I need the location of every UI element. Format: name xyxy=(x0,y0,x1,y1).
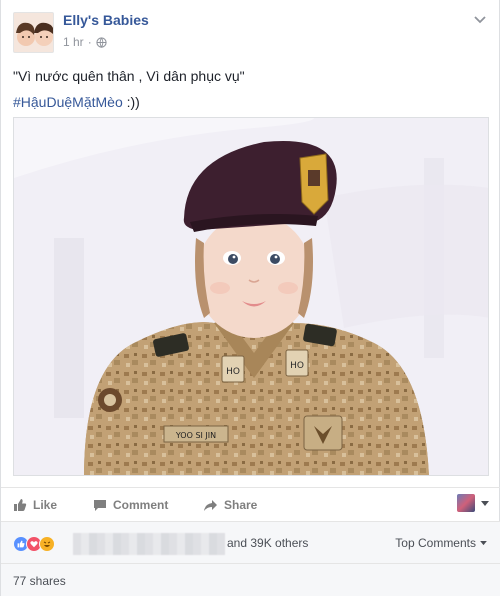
post-hashtag-line: #HậuDuệMặtMèo :)) xyxy=(13,94,140,110)
caret-down-icon xyxy=(480,540,487,545)
redacted-names xyxy=(73,533,225,555)
shares-row: 77 shares xyxy=(1,563,500,596)
comment-label: Comment xyxy=(113,498,169,512)
top-comments-dropdown[interactable]: Top Comments xyxy=(395,536,487,550)
top-comments-label: Top Comments xyxy=(395,536,476,550)
haha-reaction-icon xyxy=(39,536,55,552)
chevron-down-icon[interactable] xyxy=(473,14,487,24)
post-text-line: "Vì nước quên thân , Vì dân phục vụ" xyxy=(13,68,245,84)
comment-button[interactable]: Comment xyxy=(93,496,168,514)
collar-left-text: HO xyxy=(226,367,240,377)
share-button[interactable]: Share xyxy=(203,496,257,514)
reactions-others[interactable]: and 39K others xyxy=(227,536,308,550)
caret-down-icon[interactable] xyxy=(481,501,489,507)
post-meta: 1 hr · xyxy=(63,34,107,50)
comment-icon xyxy=(94,499,106,511)
post-card: Elly's Babies 1 hr · "Vì nước quên thân … xyxy=(0,0,500,596)
like-button[interactable]: Like xyxy=(13,496,57,514)
page-avatar-image xyxy=(14,13,53,52)
share-as-avatar[interactable] xyxy=(457,494,475,512)
shares-count[interactable]: 77 shares xyxy=(13,574,66,588)
reactions-summary: and 39K others Top Comments xyxy=(1,521,500,563)
post-timestamp[interactable]: 1 hr xyxy=(63,35,84,49)
page-name-link[interactable]: Elly's Babies xyxy=(63,12,149,28)
name-tape-text: YOO SI JIN xyxy=(175,431,216,440)
child-soldier-illustration: HO HO YOO SI JIN xyxy=(14,118,488,475)
hashtag-suffix: :)) xyxy=(122,94,140,110)
thumbs-up-icon xyxy=(14,499,27,511)
hashtag-link[interactable]: #HậuDuệMặtMèo xyxy=(13,94,123,110)
share-label: Share xyxy=(224,498,258,512)
share-arrow-icon xyxy=(204,499,217,511)
action-bar: Like Comment Share xyxy=(1,487,500,521)
reaction-icons[interactable] xyxy=(13,536,55,552)
globe-icon xyxy=(96,36,107,48)
post-photo[interactable]: HO HO YOO SI JIN xyxy=(13,117,489,476)
collar-right-text: HO xyxy=(290,361,304,371)
page-avatar[interactable] xyxy=(13,12,54,53)
meta-separator: · xyxy=(87,35,92,49)
like-label: Like xyxy=(33,498,58,512)
